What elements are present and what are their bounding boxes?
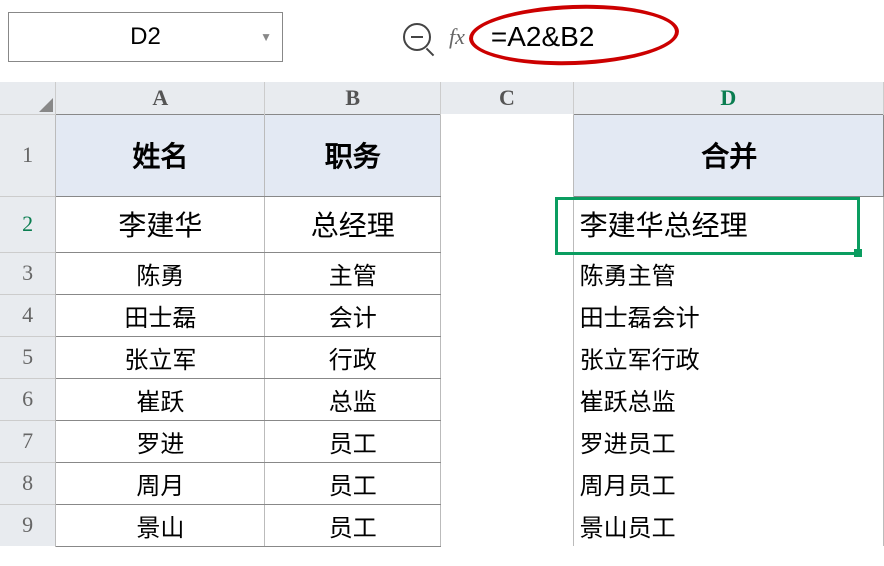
- cell-a7[interactable]: 罗进: [56, 420, 265, 462]
- cell-c3[interactable]: [441, 252, 573, 294]
- formula-input[interactable]: [483, 17, 683, 57]
- cell-a5[interactable]: 张立军: [56, 336, 265, 378]
- cell-c5[interactable]: [441, 336, 573, 378]
- cell-d9[interactable]: 景山员工: [573, 504, 883, 546]
- table-row: 1 姓名 职务 合并: [0, 114, 884, 196]
- table-row: 2 李建华 总经理 李建华总经理: [0, 196, 884, 252]
- col-header-b[interactable]: B: [265, 82, 441, 114]
- zoom-out-icon[interactable]: [403, 23, 431, 51]
- row-header-2[interactable]: 2: [0, 196, 56, 252]
- row-header-8[interactable]: 8: [0, 462, 56, 504]
- cell-d6[interactable]: 崔跃总监: [573, 378, 883, 420]
- row-header-6[interactable]: 6: [0, 378, 56, 420]
- name-box[interactable]: D2 ▼: [8, 12, 283, 62]
- cell-a8[interactable]: 周月: [56, 462, 265, 504]
- cell-d3[interactable]: 陈勇主管: [573, 252, 883, 294]
- cell-c8[interactable]: [441, 462, 573, 504]
- row-header-3[interactable]: 3: [0, 252, 56, 294]
- cell-a3[interactable]: 陈勇: [56, 252, 265, 294]
- cell-b6[interactable]: 总监: [265, 378, 441, 420]
- row-header-9[interactable]: 9: [0, 504, 56, 546]
- row-header-1[interactable]: 1: [0, 114, 56, 196]
- table-row: 8 周月 员工 周月员工: [0, 462, 884, 504]
- row-header-4[interactable]: 4: [0, 294, 56, 336]
- cell-d5[interactable]: 张立军行政: [573, 336, 883, 378]
- cell-b2[interactable]: 总经理: [265, 196, 441, 252]
- cell-a9[interactable]: 景山: [56, 504, 265, 546]
- cell-b7[interactable]: 员工: [265, 420, 441, 462]
- table-row: 6 崔跃 总监 崔跃总监: [0, 378, 884, 420]
- cell-c1[interactable]: [441, 114, 573, 196]
- column-header-row: A B C D: [0, 82, 884, 114]
- cell-b5[interactable]: 行政: [265, 336, 441, 378]
- cell-c7[interactable]: [441, 420, 573, 462]
- formula-section: fx: [403, 17, 683, 57]
- cell-c4[interactable]: [441, 294, 573, 336]
- table-row: 5 张立军 行政 张立军行政: [0, 336, 884, 378]
- cell-c6[interactable]: [441, 378, 573, 420]
- select-all-corner[interactable]: [0, 82, 56, 114]
- cell-b8[interactable]: 员工: [265, 462, 441, 504]
- cell-a2[interactable]: 李建华: [56, 196, 265, 252]
- cell-d2[interactable]: 李建华总经理: [573, 196, 883, 252]
- cell-b9[interactable]: 员工: [265, 504, 441, 546]
- col-header-a[interactable]: A: [56, 82, 265, 114]
- cell-c9[interactable]: [441, 504, 573, 546]
- table-row: 4 田士磊 会计 田士磊会计: [0, 294, 884, 336]
- cell-a1[interactable]: 姓名: [56, 114, 265, 196]
- cell-a6[interactable]: 崔跃: [56, 378, 265, 420]
- table-row: 9 景山 员工 景山员工: [0, 504, 884, 546]
- cell-b1[interactable]: 职务: [265, 114, 441, 196]
- formula-container: [483, 17, 683, 57]
- cell-b3[interactable]: 主管: [265, 252, 441, 294]
- cell-d4[interactable]: 田士磊会计: [573, 294, 883, 336]
- col-header-c[interactable]: C: [441, 82, 573, 114]
- spreadsheet-grid[interactable]: A B C D 1 姓名 职务 合并 2 李建华 总经理 李建华总经理 3 陈勇…: [0, 82, 884, 547]
- chevron-down-icon[interactable]: ▼: [260, 30, 272, 44]
- name-box-value: D2: [130, 23, 161, 51]
- formula-bar-row: D2 ▼ fx: [0, 0, 884, 82]
- table-row: 3 陈勇 主管 陈勇主管: [0, 252, 884, 294]
- cell-b4[interactable]: 会计: [265, 294, 441, 336]
- cell-c2[interactable]: [441, 196, 573, 252]
- fx-label[interactable]: fx: [449, 24, 465, 50]
- corner-triangle-icon: [39, 98, 53, 112]
- col-header-d[interactable]: D: [573, 82, 883, 114]
- cell-d1[interactable]: 合并: [573, 114, 883, 196]
- row-header-5[interactable]: 5: [0, 336, 56, 378]
- cell-d8[interactable]: 周月员工: [573, 462, 883, 504]
- table-row: 7 罗进 员工 罗进员工: [0, 420, 884, 462]
- cell-a4[interactable]: 田士磊: [56, 294, 265, 336]
- cell-d7[interactable]: 罗进员工: [573, 420, 883, 462]
- row-header-7[interactable]: 7: [0, 420, 56, 462]
